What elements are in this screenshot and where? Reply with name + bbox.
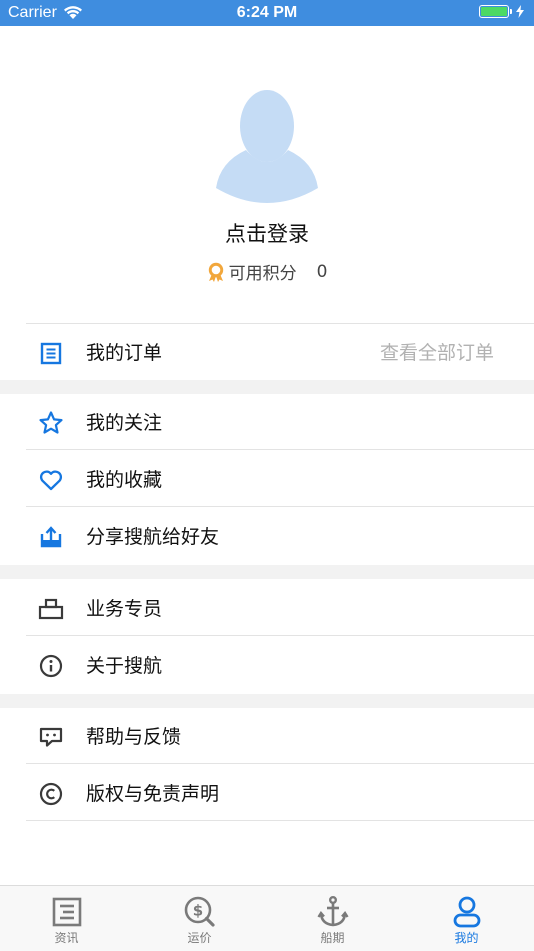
- battery-icon: [479, 5, 509, 18]
- status-bar: Carrier 6:24 PM: [0, 0, 534, 26]
- copyright-row[interactable]: 版权与免责声明: [0, 765, 534, 821]
- tab-label: 运价: [187, 931, 212, 945]
- share-label: 分享搜航给好友: [86, 526, 220, 548]
- my-follow-label: 我的关注: [86, 412, 163, 434]
- row-separator: [26, 820, 534, 821]
- points-label: 可用积分: [228, 264, 297, 284]
- row-separator: [26, 506, 534, 507]
- business-specialist-label: 业务专员: [86, 598, 163, 620]
- copyright-label: 版权与免责声明: [86, 783, 220, 805]
- about-label: 关于搜航: [86, 655, 163, 677]
- clock: 6:24 PM: [236, 4, 298, 21]
- charging-bolt-icon: [516, 5, 524, 18]
- tab-mine[interactable]: 我的: [400, 886, 533, 951]
- briefcase-icon: [38, 598, 64, 620]
- my-follow-row[interactable]: 我的关注: [0, 394, 534, 450]
- order-list-icon: [40, 342, 62, 365]
- points-summary: 可用积分 0: [0, 259, 534, 284]
- heart-icon: [39, 470, 63, 491]
- help-feedback-row[interactable]: 帮助与反馈: [0, 708, 534, 764]
- tab-freight-price[interactable]: $ 运价: [133, 886, 266, 951]
- battery-indicator: [479, 5, 524, 18]
- message-icon: [39, 727, 63, 747]
- share-icon: [40, 526, 62, 548]
- section-gap: [0, 565, 534, 579]
- my-orders-row[interactable]: 我的订单 查看全部订单: [0, 324, 534, 380]
- avatar-placeholder-icon[interactable]: [216, 88, 318, 208]
- help-feedback-label: 帮助与反馈: [86, 726, 182, 748]
- tab-news[interactable]: 资讯: [0, 886, 133, 951]
- tab-schedule[interactable]: 船期: [266, 886, 399, 951]
- row-separator: [26, 635, 534, 636]
- star-icon: [39, 411, 63, 434]
- row-separator: [26, 449, 534, 450]
- info-icon: [39, 654, 63, 678]
- tab-bar: 资讯 $ 运价 船期 我的: [0, 885, 534, 951]
- tab-label: 船期: [320, 931, 345, 945]
- business-specialist-row[interactable]: 业务专员: [0, 580, 534, 636]
- login-prompt[interactable]: 点击登录: [0, 218, 534, 248]
- profile-icon: [453, 896, 480, 928]
- points-value: 0: [316, 261, 328, 282]
- view-all-orders-link[interactable]: 查看全部订单: [380, 338, 494, 365]
- share-row[interactable]: 分享搜航给好友: [0, 508, 534, 564]
- tab-label: 我的: [454, 931, 479, 945]
- my-orders-label: 我的订单: [86, 342, 163, 364]
- medal-icon: [208, 262, 223, 282]
- svg-text:$: $: [192, 902, 202, 920]
- section-gap: [0, 694, 534, 708]
- about-row[interactable]: 关于搜航: [0, 637, 534, 693]
- profile-header: 点击登录 可用积分 0: [0, 26, 534, 323]
- my-favorites-row[interactable]: 我的收藏: [0, 451, 534, 507]
- anchor-icon: [316, 896, 349, 927]
- tab-label: 资讯: [54, 931, 79, 945]
- my-favorites-label: 我的收藏: [86, 469, 163, 491]
- copyright-icon: [39, 782, 63, 806]
- news-icon: [52, 897, 81, 927]
- row-separator: [26, 763, 534, 764]
- section-gap: [0, 380, 534, 394]
- freight-price-icon: $: [184, 896, 215, 927]
